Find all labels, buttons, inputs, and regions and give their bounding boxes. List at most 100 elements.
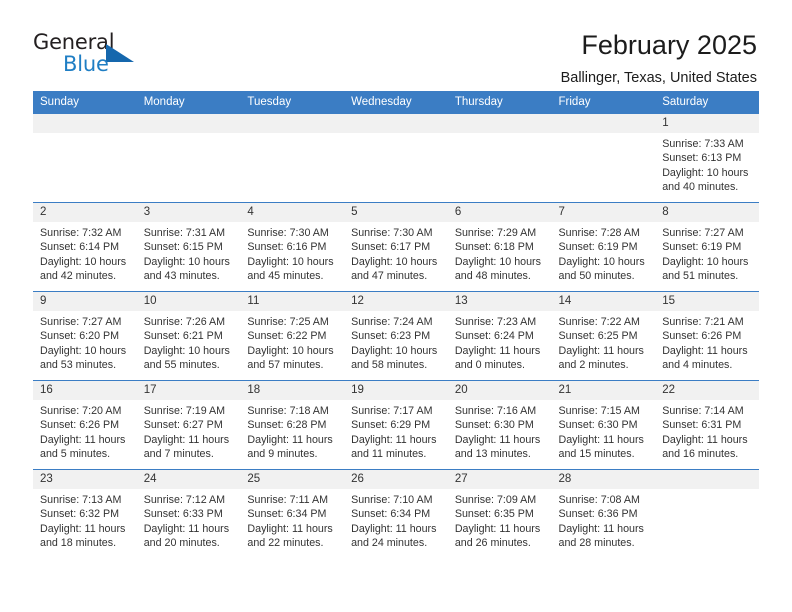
day-detail-daylight-line2: and 4 minutes. xyxy=(662,358,733,371)
calendar-day-cell[interactable]: 5 Sunrise: 7:30 AM Sunset: 6:17 PM Daylight… xyxy=(344,202,448,292)
day-detail-sunrise: Sunrise: 7:29 AM xyxy=(454,227,537,239)
calendar-day-cell[interactable]: 11 Sunrise: 7:25 AM Sunset: 6:22 PM Dayligh… xyxy=(240,291,345,381)
day-detail-daylight-line2: and 57 minutes. xyxy=(247,358,324,371)
calendar-day-cell[interactable]: 4 Sunrise: 7:30 AM Sunset: 6:16 PM Daylight… xyxy=(240,202,345,292)
calendar-day-cell[interactable]: 21 Sunrise: 7:15 AM Sunset: 6:30 PM Dayligh… xyxy=(551,380,656,470)
day-detail-daylight-line2: and 18 minutes. xyxy=(40,536,117,549)
day-details: Sunrise: 7:14 AM Sunset: 6:31 PM Daylight:… xyxy=(655,400,759,461)
day-detail-daylight-line2: and 28 minutes. xyxy=(558,536,635,549)
day-detail-daylight-line2: and 45 minutes. xyxy=(247,269,324,282)
calendar-day-cell[interactable]: 9 Sunrise: 7:27 AM Sunset: 6:20 PM Daylight… xyxy=(33,291,137,381)
day-details: Sunrise: 7:19 AM Sunset: 6:27 PM Daylight:… xyxy=(137,400,241,461)
general-blue-logo[interactable]: General Blue xyxy=(33,30,153,78)
day-number: 17 xyxy=(136,381,241,400)
calendar-day-cell[interactable]: 10 Sunrise: 7:26 AM Sunset: 6:21 PM Dayligh… xyxy=(136,291,241,381)
title-block: February 2025 Ballinger, Texas, United S… xyxy=(561,30,757,87)
day-detail-sunrise: Sunrise: 7:24 AM xyxy=(351,316,433,328)
day-detail-daylight-line2: and 26 minutes. xyxy=(454,536,531,549)
calendar-day-cell[interactable]: 12 Sunrise: 7:24 AM Sunset: 6:23 PM Dayligh… xyxy=(344,291,448,381)
day-detail-daylight-line2: and 53 minutes. xyxy=(40,358,117,371)
calendar-day-cell[interactable]: 19 Sunrise: 7:17 AM Sunset: 6:29 PM Dayligh… xyxy=(344,380,448,470)
calendar-day-cell[interactable]: 25 Sunrise: 7:11 AM Sunset: 6:34 PM Dayligh… xyxy=(240,469,345,558)
day-details: Sunrise: 7:23 AM Sunset: 6:24 PM Daylight:… xyxy=(448,311,552,372)
weekday-header-friday: Friday xyxy=(551,91,656,114)
day-detail-sunrise: Sunrise: 7:22 AM xyxy=(558,316,640,328)
logo-triangle-icon xyxy=(106,44,134,62)
day-detail-daylight-line2: and 42 minutes. xyxy=(40,269,117,282)
calendar-table: Sunday Monday Tuesday Wednesday Thursday… xyxy=(33,91,759,558)
day-details: Sunrise: 7:26 AM Sunset: 6:21 PM Daylight:… xyxy=(137,311,241,372)
calendar-day-cell[interactable]: 7 Sunrise: 7:28 AM Sunset: 6:19 PM Daylight… xyxy=(551,202,656,292)
day-details xyxy=(448,133,552,147)
weekday-header-tuesday: Tuesday xyxy=(240,91,345,114)
day-details: Sunrise: 7:22 AM Sunset: 6:25 PM Daylight:… xyxy=(552,311,656,372)
day-number: 7 xyxy=(551,203,656,222)
day-detail-daylight-line2: and 40 minutes. xyxy=(662,180,739,193)
day-detail-sunset: Sunset: 6:30 PM xyxy=(454,419,534,432)
day-detail-daylight-line2: and 55 minutes. xyxy=(143,358,220,371)
day-details: Sunrise: 7:25 AM Sunset: 6:22 PM Daylight:… xyxy=(240,311,344,372)
day-details: Sunrise: 7:11 AM Sunset: 6:34 PM Daylight:… xyxy=(240,489,344,550)
day-detail-sunrise: Sunrise: 7:32 AM xyxy=(40,227,122,239)
calendar-day-cell[interactable]: 16 Sunrise: 7:20 AM Sunset: 6:26 PM Dayligh… xyxy=(33,380,137,470)
calendar-day-cell[interactable]: 3 Sunrise: 7:31 AM Sunset: 6:15 PM Daylight… xyxy=(136,202,241,292)
calendar-day-cell[interactable]: 1 Sunrise: 7:33 AM Sunset: 6:13 PM Daylight… xyxy=(655,114,759,203)
day-number: 22 xyxy=(655,381,759,400)
day-number: 16 xyxy=(33,381,137,400)
day-number xyxy=(655,470,759,489)
day-details: Sunrise: 7:18 AM Sunset: 6:28 PM Daylight:… xyxy=(240,400,344,461)
day-detail-daylight-line1: Daylight: 11 hours xyxy=(454,522,541,535)
day-detail-daylight-line1: Daylight: 10 hours xyxy=(454,255,541,268)
day-details xyxy=(655,489,759,503)
calendar-day-cell[interactable]: 17 Sunrise: 7:19 AM Sunset: 6:27 PM Dayligh… xyxy=(136,380,241,470)
calendar-day-cell[interactable]: 27 Sunrise: 7:09 AM Sunset: 6:35 PM Dayligh… xyxy=(447,469,552,558)
page-title: February 2025 xyxy=(581,30,757,60)
day-detail-sunrise: Sunrise: 7:14 AM xyxy=(662,405,744,417)
calendar-day-cell[interactable]: 22 Sunrise: 7:14 AM Sunset: 6:31 PM Dayligh… xyxy=(655,380,759,470)
calendar-page: General Blue February 2025 Ballinger, Te… xyxy=(0,0,792,612)
day-detail-daylight-line2: and 13 minutes. xyxy=(454,447,531,460)
day-details: Sunrise: 7:27 AM Sunset: 6:20 PM Daylight:… xyxy=(33,311,137,372)
day-detail-sunset: Sunset: 6:22 PM xyxy=(247,330,327,343)
day-detail-sunrise: Sunrise: 7:18 AM xyxy=(247,405,329,417)
calendar-day-cell[interactable]: 23 Sunrise: 7:13 AM Sunset: 6:32 PM Dayligh… xyxy=(33,469,137,558)
day-detail-daylight-line1: Daylight: 10 hours xyxy=(143,255,230,268)
day-detail-daylight-line1: Daylight: 11 hours xyxy=(662,344,748,357)
day-details: Sunrise: 7:30 AM Sunset: 6:16 PM Daylight:… xyxy=(240,222,344,283)
calendar-day-cell[interactable]: 13 Sunrise: 7:23 AM Sunset: 6:24 PM Dayligh… xyxy=(447,291,552,381)
weekday-header-saturday: Saturday xyxy=(655,91,759,114)
day-detail-daylight-line1: Daylight: 11 hours xyxy=(351,522,437,535)
calendar-day-cell[interactable]: 6 Sunrise: 7:29 AM Sunset: 6:18 PM Daylight… xyxy=(447,202,552,292)
day-detail-daylight-line1: Daylight: 11 hours xyxy=(454,344,541,357)
calendar-day-cell[interactable]: 14 Sunrise: 7:22 AM Sunset: 6:25 PM Dayligh… xyxy=(551,291,656,381)
day-detail-sunrise: Sunrise: 7:31 AM xyxy=(143,227,226,239)
day-details xyxy=(344,133,448,147)
day-detail-daylight-line1: Daylight: 10 hours xyxy=(351,344,438,357)
day-details: Sunrise: 7:24 AM Sunset: 6:23 PM Daylight:… xyxy=(344,311,448,372)
day-detail-sunset: Sunset: 6:36 PM xyxy=(558,508,638,521)
day-detail-daylight-line1: Daylight: 11 hours xyxy=(143,522,230,535)
calendar-week-row: 1 Sunrise: 7:33 AM Sunset: 6:13 PM Daylight… xyxy=(33,114,759,203)
day-number: 23 xyxy=(33,470,137,489)
day-details: Sunrise: 7:16 AM Sunset: 6:30 PM Daylight:… xyxy=(448,400,552,461)
calendar-day-cell[interactable]: 15 Sunrise: 7:21 AM Sunset: 6:26 PM Dayligh… xyxy=(655,291,759,381)
calendar-day-cell[interactable]: 20 Sunrise: 7:16 AM Sunset: 6:30 PM Dayligh… xyxy=(447,380,552,470)
day-number: 27 xyxy=(447,470,552,489)
calendar-day-cell[interactable]: 26 Sunrise: 7:10 AM Sunset: 6:34 PM Dayligh… xyxy=(344,469,448,558)
day-detail-sunrise: Sunrise: 7:15 AM xyxy=(558,405,640,417)
day-detail-sunset: Sunset: 6:33 PM xyxy=(143,508,223,521)
calendar-day-cell[interactable]: 28 Sunrise: 7:08 AM Sunset: 6:36 PM Dayligh… xyxy=(551,469,656,558)
calendar-day-cell[interactable]: 2 Sunrise: 7:32 AM Sunset: 6:14 PM Daylight… xyxy=(33,202,137,292)
day-detail-daylight-line2: and 51 minutes. xyxy=(662,269,739,282)
calendar-day-cell[interactable]: 24 Sunrise: 7:12 AM Sunset: 6:33 PM Dayligh… xyxy=(136,469,241,558)
day-details: Sunrise: 7:15 AM Sunset: 6:30 PM Daylight:… xyxy=(552,400,656,461)
day-detail-daylight-line1: Daylight: 10 hours xyxy=(351,255,438,268)
calendar-day-cell[interactable]: 8 Sunrise: 7:27 AM Sunset: 6:19 PM Daylight… xyxy=(655,202,759,292)
day-detail-sunset: Sunset: 6:29 PM xyxy=(351,419,431,432)
day-number xyxy=(447,114,552,133)
day-number: 5 xyxy=(344,203,448,222)
calendar-day-cell-empty xyxy=(551,114,656,203)
day-detail-sunrise: Sunrise: 7:27 AM xyxy=(662,227,744,239)
calendar-day-cell[interactable]: 18 Sunrise: 7:18 AM Sunset: 6:28 PM Dayligh… xyxy=(240,380,345,470)
page-header: General Blue February 2025 Ballinger, Te… xyxy=(0,0,792,86)
